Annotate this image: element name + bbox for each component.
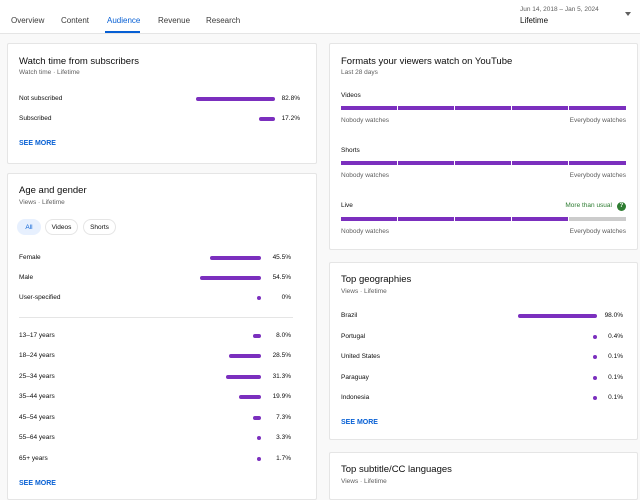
age-row-label: 13–17 years bbox=[19, 332, 55, 339]
chevron-down-icon[interactable] bbox=[625, 12, 631, 16]
age-row-value: 1.7% bbox=[276, 455, 291, 462]
format-high-label: Everybody watches bbox=[569, 117, 626, 124]
geo-row-value: 0.1% bbox=[608, 394, 623, 401]
formats-card-subtitle: Last 28 days bbox=[341, 69, 378, 76]
format-label-live: Live bbox=[341, 202, 353, 209]
age-row-value: 8.0% bbox=[276, 332, 291, 339]
age-row-value: 19.9% bbox=[272, 393, 291, 400]
subscriber-bar bbox=[196, 97, 275, 101]
chip-videos[interactable]: Videos bbox=[45, 219, 78, 235]
gender-bar bbox=[200, 276, 261, 280]
age-bar bbox=[239, 395, 261, 399]
age-row-value: 31.3% bbox=[272, 373, 291, 380]
gender-row-value: 45.5% bbox=[272, 254, 291, 261]
geo-bar bbox=[518, 314, 597, 318]
age-row-label: 45–54 years bbox=[19, 414, 55, 421]
gender-row-label: Female bbox=[19, 254, 41, 261]
tab-research[interactable]: Research bbox=[206, 16, 240, 25]
format-low-label: Nobody watches bbox=[341, 172, 390, 179]
geo-row-label: Paraguay bbox=[341, 374, 369, 381]
languages-card bbox=[329, 452, 638, 500]
active-tab-indicator bbox=[105, 31, 140, 33]
section-divider bbox=[19, 317, 293, 318]
gender-row-label: User-specified bbox=[19, 294, 61, 301]
geo-row-value: 0.1% bbox=[608, 353, 623, 360]
tab-content[interactable]: Content bbox=[61, 16, 89, 25]
subscriber-row-label: Not subscribed bbox=[19, 95, 63, 102]
geo-row-value: 98.0% bbox=[604, 312, 623, 319]
format-high-label: Everybody watches bbox=[569, 228, 626, 235]
geo-row-label: Brazil bbox=[341, 312, 358, 319]
gender-bar bbox=[210, 256, 261, 260]
age-row-label: 25–34 years bbox=[19, 373, 55, 380]
top-nav-bar: Overview Content Audience Revenue Resear… bbox=[0, 0, 640, 34]
gender-row-value: 54.5% bbox=[272, 274, 291, 281]
format-low-label: Nobody watches bbox=[341, 228, 390, 235]
subscriber-row-label: Subscribed bbox=[19, 115, 52, 122]
age-gender-card-subtitle: Views · Lifetime bbox=[19, 199, 65, 206]
age-row-value: 7.3% bbox=[276, 414, 291, 421]
format-meter-shorts bbox=[341, 161, 626, 165]
help-icon[interactable]: ? bbox=[617, 202, 626, 211]
geo-row-label: Indonesia bbox=[341, 394, 370, 401]
age-row-value: 28.5% bbox=[272, 352, 291, 359]
format-meter-live bbox=[341, 217, 626, 221]
live-trend-note: More than usual bbox=[565, 202, 612, 209]
tab-revenue[interactable]: Revenue bbox=[158, 16, 190, 25]
subscribers-card-title: Watch time from subscribers bbox=[19, 56, 140, 67]
geo-row-label: United States bbox=[341, 353, 381, 360]
age-gender-see-more-link[interactable]: SEE MORE bbox=[19, 480, 56, 487]
age-bar bbox=[253, 416, 261, 420]
age-row-label: 18–24 years bbox=[19, 352, 55, 359]
geo-row-value: 0.1% bbox=[608, 374, 623, 381]
languages-card-title: Top subtitle/CC languages bbox=[341, 464, 452, 475]
age-row-label: 65+ years bbox=[19, 455, 48, 462]
tab-audience[interactable]: Audience bbox=[107, 16, 140, 25]
geo-row-value: 0.4% bbox=[608, 333, 623, 340]
date-range-dates: Jun 14, 2018 – Jan 5, 2024 bbox=[520, 6, 599, 13]
formats-card-title: Formats your viewers watch on YouTube bbox=[341, 56, 513, 67]
age-row-label: 55–64 years bbox=[19, 434, 55, 441]
format-label-videos: Videos bbox=[341, 92, 361, 99]
format-high-label: Everybody watches bbox=[569, 172, 626, 179]
subscribers-see-more-link[interactable]: SEE MORE bbox=[19, 140, 56, 147]
chip-shorts[interactable]: Shorts bbox=[83, 219, 116, 235]
gender-row-value: 0% bbox=[281, 294, 291, 301]
age-bar bbox=[229, 354, 261, 358]
age-row-value: 3.3% bbox=[276, 434, 291, 441]
geographies-card-title: Top geographies bbox=[341, 274, 412, 285]
date-range-period: Lifetime bbox=[520, 16, 549, 25]
subscriber-row-value: 17.2% bbox=[281, 115, 300, 122]
geographies-see-more-link[interactable]: SEE MORE bbox=[341, 419, 378, 426]
tab-overview[interactable]: Overview bbox=[11, 16, 44, 25]
format-meter-videos bbox=[341, 106, 626, 110]
subscriber-row-value: 82.8% bbox=[281, 95, 300, 102]
format-label-shorts: Shorts bbox=[341, 147, 360, 154]
age-bar bbox=[226, 375, 261, 379]
geographies-card-subtitle: Views · Lifetime bbox=[341, 288, 387, 295]
subscribers-card-subtitle: Watch time · Lifetime bbox=[19, 69, 80, 76]
languages-card-subtitle: Views · Lifetime bbox=[341, 478, 387, 485]
age-row-label: 35–44 years bbox=[19, 393, 55, 400]
age-bar bbox=[253, 334, 261, 338]
gender-row-label: Male bbox=[19, 274, 34, 281]
format-low-label: Nobody watches bbox=[341, 117, 390, 124]
age-gender-card-title: Age and gender bbox=[19, 185, 87, 196]
geo-row-label: Portugal bbox=[341, 333, 366, 340]
chip-all[interactable]: All bbox=[17, 219, 41, 235]
